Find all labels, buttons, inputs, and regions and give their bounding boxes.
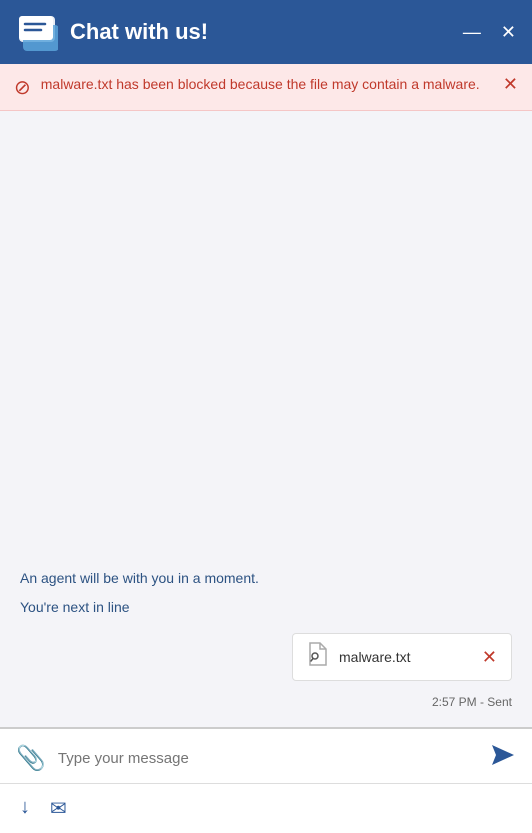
message-input[interactable] (58, 750, 478, 767)
attachment-row: malware.txt ✕ (20, 633, 512, 681)
send-button[interactable] (490, 743, 516, 773)
close-button[interactable]: ✕ (501, 22, 516, 43)
warning-banner: ⊘ malware.txt has been blocked because t… (0, 64, 532, 111)
attachment-filename: malware.txt (339, 649, 472, 665)
warning-icon: ⊘ (14, 75, 31, 100)
window-controls: — ✕ (463, 22, 516, 43)
download-icon[interactable]: ↓ (20, 796, 30, 821)
chat-area: An agent will be with you in a moment. Y… (0, 111, 532, 727)
queue-message: You're next in line (20, 599, 512, 615)
bottom-toolbar: ↓ ✉ (0, 783, 532, 833)
email-icon[interactable]: ✉ (50, 796, 67, 821)
attachment-bubble: malware.txt ✕ (292, 633, 512, 681)
input-area: 📎 (0, 727, 532, 783)
attach-button[interactable]: 📎 (16, 744, 46, 773)
minimize-button[interactable]: — (463, 22, 481, 43)
warning-text: malware.txt has been blocked because the… (41, 74, 493, 95)
chat-app-icon (16, 11, 58, 53)
attachment-remove-button[interactable]: ✕ (482, 647, 497, 668)
agent-status-message: An agent will be with you in a moment. (20, 568, 512, 589)
title-bar: Chat with us! — ✕ (0, 0, 532, 64)
chat-messages: An agent will be with you in a moment. Y… (20, 568, 512, 717)
message-timestamp: 2:57 PM - Sent (432, 695, 512, 709)
timestamp-row: 2:57 PM - Sent (20, 695, 512, 717)
window-title: Chat with us! (70, 19, 463, 45)
file-icon (307, 642, 329, 672)
warning-close-button[interactable]: ✕ (503, 74, 518, 95)
